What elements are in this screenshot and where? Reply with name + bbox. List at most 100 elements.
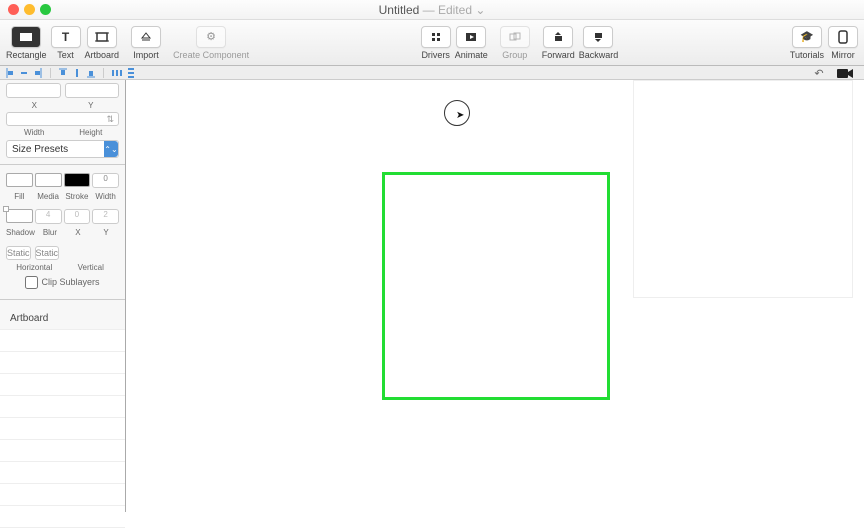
cursor-arrow-icon: ➤ [456,110,464,121]
stroke-label: Stroke [64,192,91,201]
canvas-area[interactable]: ↶ ➤ [126,80,864,512]
rectangle-tool[interactable]: Rectangle [6,26,47,60]
backward-button[interactable]: Backward [579,26,619,60]
doc-edited: — Edited [423,3,472,17]
layer-row[interactable] [0,440,125,462]
forward-label: Forward [542,50,575,60]
align-top-icon[interactable] [59,68,67,78]
x-input[interactable] [6,83,61,98]
layer-artboard[interactable]: Artboard [0,308,125,330]
inspector-panel: XY ⇅ WidthHeight Size Presets ⌃⌄ 0 Fill … [0,80,126,512]
green-rectangle[interactable] [382,172,610,400]
alignment-bar [0,66,864,80]
import-label: Import [133,50,159,60]
close-window[interactable] [8,4,19,15]
rectangle-label: Rectangle [6,50,47,60]
blur-input[interactable]: 4 [35,209,62,224]
align-left-icon[interactable] [6,68,14,78]
horizontal-label: Horizontal [6,263,63,272]
layer-row[interactable] [0,418,125,440]
horizontal-constraint-select[interactable]: Static⌄ [6,246,31,260]
artboard-tool[interactable]: Artboard [85,26,120,60]
window-controls [0,4,51,15]
create-component-button[interactable]: ⚙ Create Component [173,26,249,60]
distribute-v-icon[interactable] [126,68,134,78]
animate-button[interactable]: Animate [455,26,488,60]
graduation-icon: 🎓 [792,26,822,48]
vertical-constraint-select[interactable]: Static⌄ [35,246,60,260]
undo-icon[interactable]: ↶ [810,66,828,80]
title-caret-icon[interactable]: ⌄ [475,3,485,17]
layer-row[interactable] [0,462,125,484]
align-bottom-icon[interactable] [87,68,95,78]
layer-row[interactable] [0,396,125,418]
media-swatch[interactable] [35,173,62,187]
minimize-window[interactable] [24,4,35,15]
mirror-button[interactable]: Mirror [828,26,858,60]
drivers-button[interactable]: Drivers [421,26,451,60]
align-hcenter-icon[interactable] [20,68,28,78]
backward-icon [583,26,613,48]
stroke-swatch[interactable] [64,173,91,187]
shadow-y-input[interactable]: 2 [92,209,119,224]
layers-list: Artboard [0,308,125,528]
align-vcenter-icon[interactable] [73,68,81,78]
shadow-x-input[interactable]: 0 [64,209,91,224]
height-label: Height [63,128,120,137]
animate-label: Animate [455,50,488,60]
text-tool[interactable]: T Text [51,26,81,60]
link-dimensions-icon[interactable]: ⇅ [106,114,114,125]
forward-icon [543,26,573,48]
sy-label: Y [93,228,119,237]
text-icon: T [51,26,81,48]
forward-button[interactable]: Forward [542,26,575,60]
size-input[interactable]: ⇅ [6,112,119,126]
play-icon [456,26,486,48]
layer-row[interactable] [0,352,125,374]
text-label: Text [57,50,74,60]
clip-label: Clip Sublayers [41,277,99,287]
vertical-label: Vertical [63,263,120,272]
fill-swatch[interactable] [6,173,33,187]
window-title: Untitled — Edited ⌄ [379,3,486,17]
size-presets-select[interactable]: Size Presets ⌃⌄ [6,140,119,158]
import-tool[interactable]: Import [131,26,161,60]
artboard-frame[interactable] [633,80,853,298]
distribute-h-icon[interactable] [112,68,120,78]
chevron-icon: ⌄ [50,249,56,257]
align-right-icon[interactable] [34,68,42,78]
backward-label: Backward [579,50,619,60]
tutorials-button[interactable]: 🎓 Tutorials [790,26,824,60]
width-label: Width [6,128,63,137]
shadow-swatch[interactable] [6,209,33,223]
doc-title: Untitled [379,3,420,17]
y-input[interactable] [65,83,120,98]
import-icon [131,26,161,48]
layer-row[interactable] [0,374,125,396]
clip-sublayers-checkbox[interactable]: Clip Sublayers [0,272,125,293]
swidth-label: Width [92,192,119,201]
artboard-icon [87,26,117,48]
create-component-label: Create Component [173,50,249,60]
drivers-label: Drivers [421,50,450,60]
zoom-window[interactable] [40,4,51,15]
y-label: Y [63,101,120,110]
drivers-icon [421,26,451,48]
main-toolbar: Rectangle T Text Artboard Import ⚙ Creat… [0,20,864,66]
layer-row[interactable] [0,330,125,352]
camera-icon[interactable] [836,66,854,80]
size-presets-label: Size Presets [12,144,68,155]
sx-label: X [65,228,91,237]
artboard-label: Artboard [85,50,120,60]
layer-row[interactable] [0,506,125,528]
chevron-icon: ⌄ [22,249,28,257]
group-button[interactable]: Group [500,26,530,60]
title-bar: Untitled — Edited ⌄ [0,0,864,20]
mirror-label: Mirror [831,50,855,60]
stroke-width-input[interactable]: 0 [92,173,119,188]
layer-row[interactable] [0,484,125,506]
rectangle-icon [11,26,41,48]
media-label: Media [35,192,62,201]
shadow-label: Shadow [6,228,35,237]
blur-label: Blur [37,228,63,237]
